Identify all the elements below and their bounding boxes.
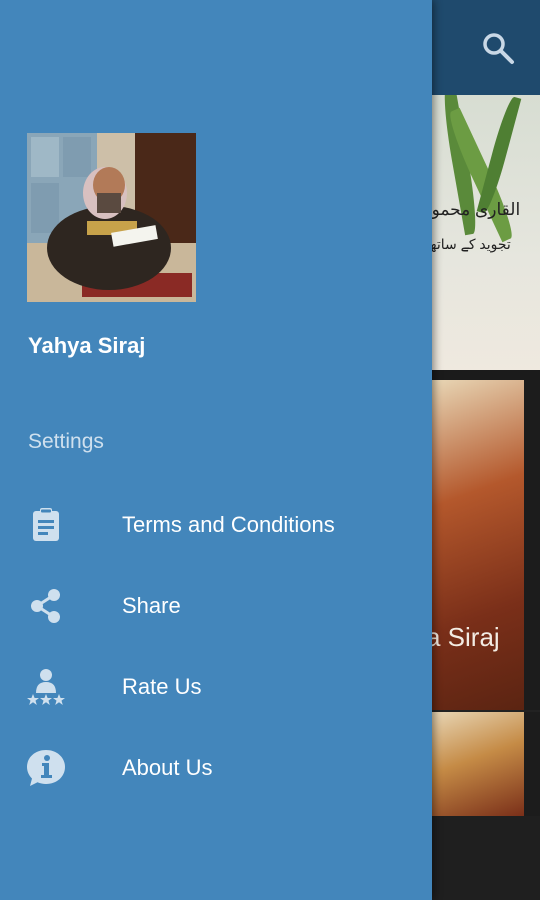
menu-item-label: Terms and Conditions [122,512,335,537]
bottom-bar [432,816,540,900]
menu-item-label: Share [122,593,181,618]
menu-item-label: About Us [122,755,213,780]
video-card-thumbnail[interactable] [432,95,540,370]
menu-item-terms[interactable]: Terms and Conditions [0,485,432,565]
navigation-drawer: Yahya Siraj Settings Terms and Condition… [0,0,432,900]
card-name-text: a Siraj [426,622,500,652]
settings-section-label: Settings [28,430,104,453]
profile-name: Yahya Siraj [28,333,146,358]
video-card-thumbnail[interactable] [432,712,524,816]
menu-item-label: Rate Us [122,674,202,699]
menu-item-rate[interactable]: Rate Us [0,647,432,727]
menu-item-about[interactable]: About Us [0,728,432,808]
search-icon[interactable] [480,30,516,66]
reciter-photo [27,133,196,302]
menu-item-share[interactable]: Share [0,566,432,646]
card-title-text: القاری محمود [424,200,521,219]
rate-icon [27,669,65,705]
profile-avatar [27,133,196,302]
info-icon [27,750,65,786]
clipboard-icon [33,508,59,541]
card-subtitle-text: تجوید کے ساتھ [428,236,511,252]
divider [432,370,540,380]
card-border [524,380,540,710]
card-border [524,712,540,816]
video-card-thumbnail[interactable] [432,380,524,710]
share-icon [31,589,60,623]
